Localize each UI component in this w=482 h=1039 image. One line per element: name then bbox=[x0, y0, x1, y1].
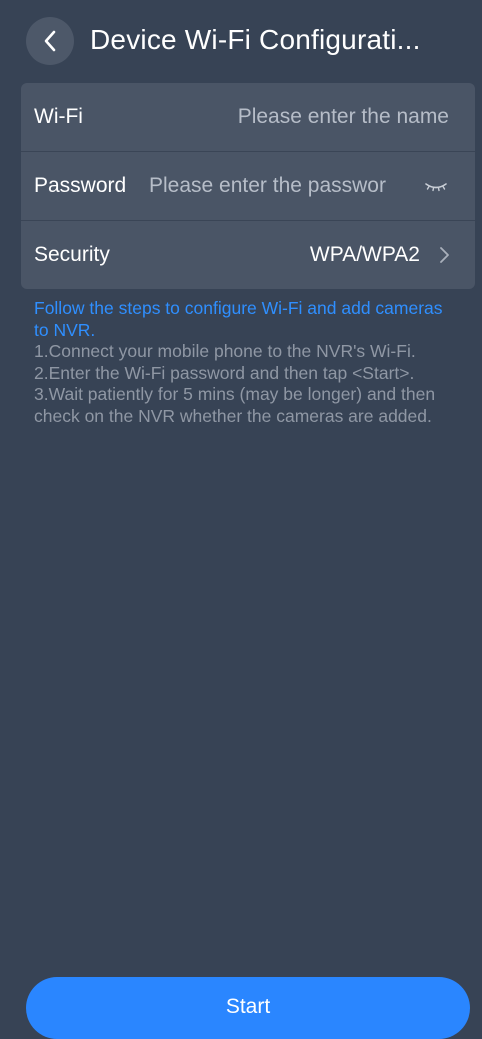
security-value: WPA/WPA2 bbox=[309, 243, 420, 266]
page-title: Device Wi-Fi Configurati... bbox=[90, 24, 421, 55]
eye-closed-icon[interactable] bbox=[423, 176, 449, 196]
wifi-form-card: Wi-Fi Password Security WPA/WPA2 bbox=[21, 83, 475, 289]
password-label: Password bbox=[34, 174, 127, 197]
wifi-name-row: Wi-Fi bbox=[21, 83, 475, 151]
chevron-right-icon bbox=[440, 247, 449, 263]
instruction-step: 1.Connect your mobile phone to the NVR's… bbox=[34, 341, 416, 361]
chevron-left-icon bbox=[44, 30, 56, 52]
security-row[interactable]: Security WPA/WPA2 bbox=[21, 221, 475, 289]
password-input[interactable] bbox=[149, 152, 405, 220]
back-button[interactable] bbox=[26, 17, 74, 65]
instruction-step: 3.Wait patiently for 5 mins (may be long… bbox=[34, 384, 436, 426]
security-label: Security bbox=[34, 243, 110, 266]
instructions: Follow the steps to configure Wi-Fi and … bbox=[34, 298, 454, 427]
password-row: Password bbox=[21, 152, 475, 220]
instructions-lead: Follow the steps to configure Wi-Fi and … bbox=[34, 298, 443, 340]
wifi-name-label: Wi-Fi bbox=[34, 105, 83, 128]
app-header: Device Wi-Fi Configurati... bbox=[0, 0, 482, 84]
instruction-step: 2.Enter the Wi-Fi password and then tap … bbox=[34, 362, 415, 383]
start-button[interactable]: Start bbox=[26, 977, 470, 1039]
wifi-name-input[interactable] bbox=[171, 83, 449, 151]
